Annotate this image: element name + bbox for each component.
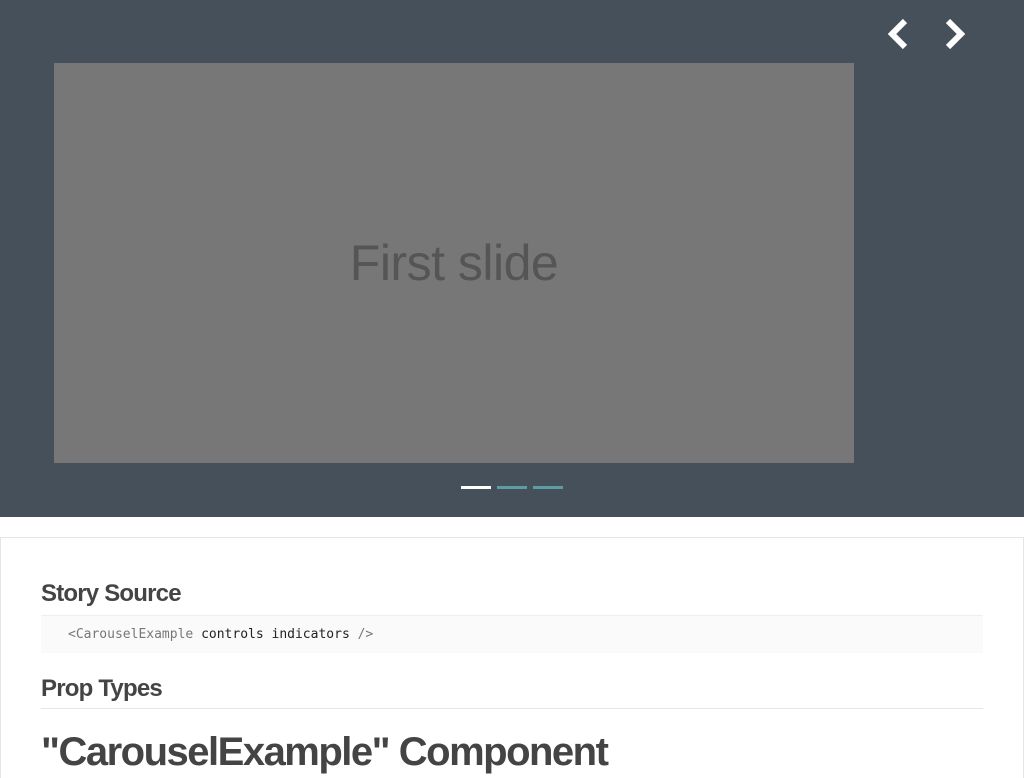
carousel-indicator-1[interactable] (461, 486, 491, 489)
carousel-indicator-3[interactable] (533, 486, 563, 489)
story-source-code: <CarouselExample controls indicators /> (41, 615, 983, 653)
carousel-next-button[interactable] (936, 16, 972, 52)
carousel-indicators (461, 486, 563, 489)
story-source-heading: Story Source (41, 580, 182, 607)
code-attrs: controls indicators (201, 627, 350, 642)
carousel-prev-button[interactable] (883, 16, 919, 52)
carousel-slide: First slide (54, 63, 854, 463)
code-tag-open: <CarouselExample (68, 627, 202, 642)
divider (41, 708, 983, 709)
component-heading: "CarouselExample" Component (41, 730, 609, 774)
carousel: First slide (0, 0, 1024, 517)
chevron-left-icon (887, 18, 908, 50)
code-line: <CarouselExample controls indicators /> (68, 627, 373, 642)
prop-types-heading: Prop Types (41, 675, 163, 702)
docs-panel: Story Source <CarouselExample controls i… (0, 537, 1024, 778)
carousel-indicator-2[interactable] (497, 486, 527, 489)
slide-caption: First slide (349, 235, 559, 291)
code-tag-close: /> (349, 627, 374, 642)
chevron-right-icon (945, 18, 966, 50)
